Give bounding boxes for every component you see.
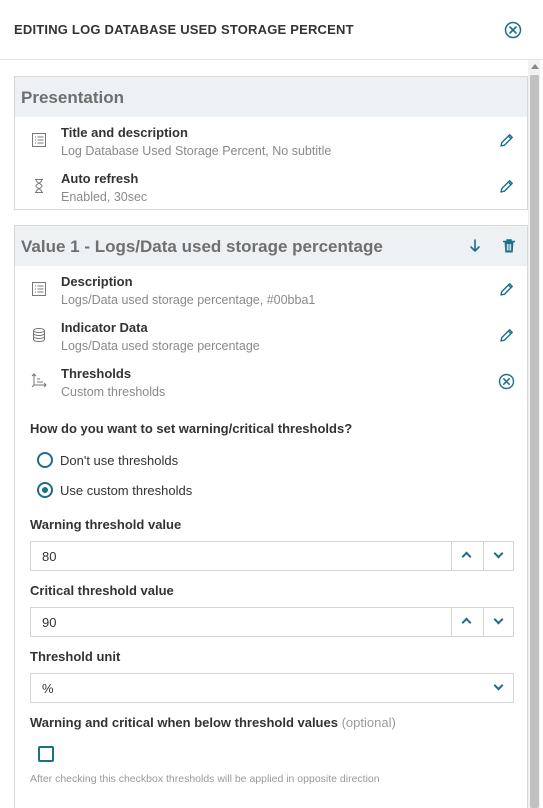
value-1-panel-header: Value 1 - Logs/Data used storage percent… [15, 226, 527, 266]
row-subtitle: Enabled, 30sec [61, 190, 148, 204]
pencil-icon[interactable] [498, 178, 515, 195]
presentation-row-auto-refresh[interactable]: Auto refresh Enabled, 30sec [15, 164, 527, 208]
radio-custom-thresholds-label[interactable]: Use custom thresholds [60, 483, 192, 498]
row-title: Description [61, 274, 133, 289]
chevron-up-icon [461, 617, 472, 628]
pencil-icon[interactable] [498, 132, 515, 149]
value-1-panel-title: Value 1 - Logs/Data used storage percent… [21, 237, 383, 256]
row-title: Title and description [61, 125, 188, 140]
database-icon [33, 328, 45, 343]
value-1-panel: Value 1 - Logs/Data used storage percent… [14, 225, 528, 808]
row-title: Auto refresh [61, 171, 139, 186]
warning-threshold-value[interactable]: 80 [42, 549, 56, 564]
below-threshold-label-text: Warning and critical when below threshol… [30, 715, 338, 730]
row-subtitle: Custom thresholds [61, 385, 166, 399]
threshold-unit-value[interactable]: % [42, 681, 54, 696]
editor-header: EDITING LOG DATABASE USED STORAGE PERCEN… [0, 0, 543, 60]
editor-title: EDITING LOG DATABASE USED STORAGE PERCEN… [14, 22, 354, 37]
row-subtitle: Logs/Data used storage percentage [61, 339, 260, 353]
chevron-down-icon [493, 614, 504, 625]
hourglass-icon [35, 179, 43, 193]
row-subtitle: Log Database Used Storage Percent, No su… [61, 144, 332, 158]
arrow-down-icon[interactable] [466, 237, 484, 255]
optional-tag: (optional) [341, 715, 396, 730]
decrement-button[interactable] [483, 542, 515, 570]
chevron-down-icon [493, 548, 504, 559]
threshold-unit-select[interactable]: % [30, 673, 514, 703]
radio-no-thresholds-label[interactable]: Don't use thresholds [60, 453, 178, 468]
chevron-up-icon [461, 551, 472, 562]
row-title: Thresholds [61, 366, 132, 381]
close-circle-icon[interactable] [504, 21, 522, 39]
critical-threshold-label: Critical threshold value [30, 583, 174, 598]
warning-threshold-label: Warning threshold value [30, 517, 182, 532]
pencil-icon[interactable] [498, 281, 515, 298]
presentation-row-title-description[interactable]: Title and description Log Database Used … [15, 118, 527, 162]
below-threshold-checkbox[interactable] [38, 746, 54, 762]
warning-threshold-input[interactable]: 80 [30, 541, 514, 571]
chevron-down-icon [493, 680, 504, 691]
radio-custom-thresholds[interactable] [37, 482, 53, 498]
critical-threshold-value[interactable]: 90 [42, 615, 56, 630]
value-row-description[interactable]: Description Logs/Data used storage perce… [15, 267, 527, 311]
value-row-indicator-data[interactable]: Indicator Data Logs/Data used storage pe… [15, 313, 527, 357]
threshold-unit-label: Threshold unit [30, 649, 121, 664]
thresholds-question: How do you want to set warning/critical … [30, 421, 353, 436]
critical-threshold-input[interactable]: 90 [30, 607, 514, 637]
below-threshold-label: Warning and critical when below threshol… [30, 715, 396, 730]
trash-icon[interactable] [500, 237, 518, 255]
row-subtitle: Logs/Data used storage percentage, #00bb… [61, 293, 316, 307]
increment-button[interactable] [451, 608, 483, 636]
value-row-thresholds[interactable]: Thresholds Custom thresholds [15, 359, 527, 403]
axes-icon [31, 373, 47, 388]
radio-no-thresholds[interactable] [37, 452, 53, 468]
increment-button[interactable] [451, 542, 483, 570]
decrement-button[interactable] [483, 608, 515, 636]
list-icon [32, 133, 46, 147]
close-circle-icon[interactable] [498, 373, 515, 390]
pencil-icon[interactable] [498, 327, 515, 344]
editor-body: Presentation Title and description Log D… [0, 60, 543, 808]
list-icon [32, 282, 46, 296]
presentation-panel: Presentation Title and description Log D… [14, 76, 528, 210]
presentation-panel-header: Presentation [15, 77, 527, 117]
presentation-panel-title: Presentation [21, 88, 124, 107]
row-title: Indicator Data [61, 320, 148, 335]
below-threshold-hint: After checking this checkbox thresholds … [30, 773, 380, 785]
